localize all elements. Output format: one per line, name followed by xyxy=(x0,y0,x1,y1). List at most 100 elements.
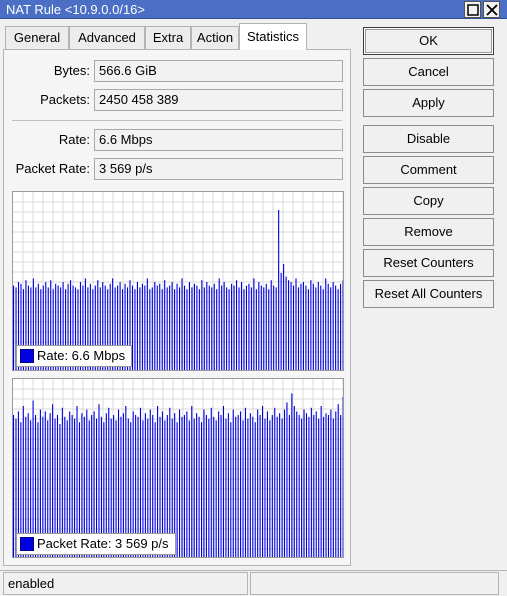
graph-bar xyxy=(325,278,327,370)
graph-bar xyxy=(325,413,327,557)
graph-bar xyxy=(169,285,171,370)
graph-bar xyxy=(188,282,191,370)
graph-bar xyxy=(260,285,262,370)
graph-bar xyxy=(266,411,268,557)
graph-bar xyxy=(218,278,220,370)
graph-bar xyxy=(141,283,143,370)
graph-bar xyxy=(269,420,271,557)
graph-bar xyxy=(257,409,259,557)
reset-all-counters-button[interactable]: Reset All Counters xyxy=(363,280,494,308)
packet-rate-graph-plot xyxy=(13,379,343,557)
cancel-button[interactable]: Cancel xyxy=(363,58,494,86)
graph-bar xyxy=(271,415,273,557)
graph-bar xyxy=(191,406,193,557)
tab-statistics[interactable]: Statistics xyxy=(239,23,307,50)
graph-bar xyxy=(159,283,161,370)
apply-button[interactable]: Apply xyxy=(363,89,494,117)
close-icon[interactable] xyxy=(483,1,500,18)
graph-bar xyxy=(288,280,290,370)
graph-bar xyxy=(139,287,141,370)
graph-bar xyxy=(211,287,213,370)
tab-general[interactable]: General xyxy=(5,26,69,49)
graph-bar xyxy=(250,287,252,370)
graph-bar xyxy=(317,282,319,370)
graph-bar xyxy=(179,287,181,370)
graph-bar xyxy=(275,287,277,370)
graph-bar xyxy=(206,282,208,370)
graph-bar xyxy=(223,282,225,370)
graph-bar xyxy=(136,282,138,370)
graph-bar xyxy=(222,406,225,557)
graph-bar xyxy=(249,413,251,557)
graph-bar xyxy=(276,416,278,557)
graph-bar xyxy=(240,282,243,370)
graph-bar xyxy=(240,411,242,557)
remove-button[interactable]: Remove xyxy=(363,218,494,246)
graph-bar xyxy=(232,409,234,557)
graph-bar xyxy=(310,407,312,557)
graph-bar xyxy=(337,289,339,370)
graph-bar xyxy=(183,285,186,370)
graph-bar xyxy=(230,422,232,557)
graph-bar xyxy=(235,416,237,557)
bytes-field: 566.6 GiB xyxy=(94,60,343,82)
graph-bar xyxy=(291,393,293,557)
graph-bar xyxy=(315,411,317,557)
graph-bar xyxy=(292,285,295,370)
copy-button[interactable]: Copy xyxy=(363,187,494,215)
graph-bar xyxy=(220,415,222,557)
graph-bar xyxy=(340,283,342,370)
graph-bar xyxy=(283,409,286,557)
graph-bar xyxy=(201,280,203,370)
graph-bar xyxy=(196,413,198,557)
graph-bar xyxy=(221,285,223,370)
graph-bar xyxy=(290,282,292,370)
graph-bar xyxy=(270,280,272,370)
graph-bar xyxy=(340,415,342,557)
graph-bar xyxy=(308,416,310,557)
graph-bar xyxy=(320,285,322,370)
graph-bar xyxy=(193,418,195,557)
graph-bar xyxy=(146,278,148,370)
packet-rate-label: Packet Rate: xyxy=(15,161,90,176)
ok-button[interactable]: OK xyxy=(363,27,494,55)
graph-bar xyxy=(302,282,304,370)
graph-bar xyxy=(315,287,317,370)
status-text: enabled xyxy=(3,572,248,595)
graph-bar xyxy=(228,289,230,370)
graph-bar xyxy=(144,285,146,370)
graph-bar xyxy=(186,289,188,370)
graph-bar xyxy=(156,285,158,370)
maximize-icon[interactable] xyxy=(464,1,481,18)
graph-bar xyxy=(323,416,325,557)
tab-advanced[interactable]: Advanced xyxy=(69,26,145,49)
graph-bar xyxy=(335,411,337,557)
reset-counters-button[interactable]: Reset Counters xyxy=(363,249,494,277)
disable-button[interactable]: Disable xyxy=(363,125,494,153)
graph-bar xyxy=(235,280,238,370)
graph-bar xyxy=(300,283,302,370)
graph-bar xyxy=(283,264,285,370)
graph-bar xyxy=(330,287,332,370)
graph-bar xyxy=(191,287,193,370)
graph-bar xyxy=(281,418,283,557)
comment-button[interactable]: Comment xyxy=(363,156,494,184)
graph-bar xyxy=(255,289,257,370)
status-extra xyxy=(250,572,499,595)
graph-bar xyxy=(312,283,314,370)
graph-bar xyxy=(176,283,178,370)
graph-bar xyxy=(213,416,215,557)
graph-bar xyxy=(288,415,290,557)
graph-bar xyxy=(252,416,254,557)
graph-bar xyxy=(186,411,188,557)
graph-bar xyxy=(293,406,295,557)
graph-bar xyxy=(181,278,183,370)
rate-legend-swatch xyxy=(20,349,34,363)
tab-extra[interactable]: Extra xyxy=(145,26,191,49)
packets-label: Packets: xyxy=(40,92,90,107)
rate-label: Rate: xyxy=(58,132,90,147)
graph-bar xyxy=(265,283,267,370)
tab-action[interactable]: Action xyxy=(191,26,239,49)
graph-bar xyxy=(322,289,324,370)
graph-bar xyxy=(258,282,260,370)
